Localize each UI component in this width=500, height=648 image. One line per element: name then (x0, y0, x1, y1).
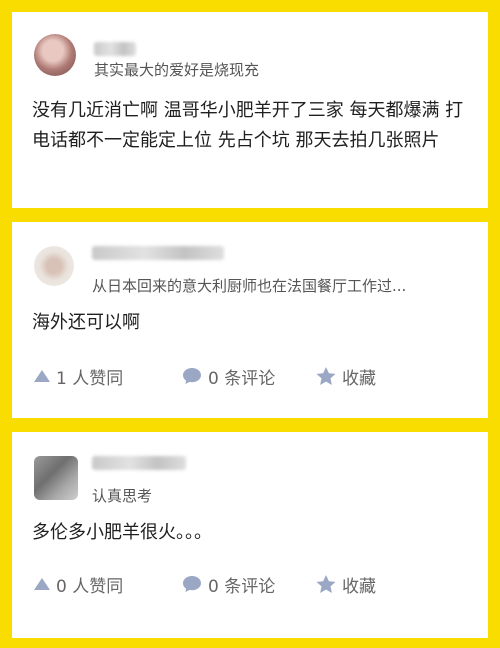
comment-button[interactable]: 0 条评论 (182, 364, 276, 389)
comment-card: 其实最大的爱好是烧现充 没有几近消亡啊 温哥华小肥羊开了三家 每天都爆满 打电话… (12, 12, 488, 208)
speech-bubble-icon (182, 575, 202, 593)
favorite-label: 收藏 (342, 576, 376, 597)
avatar[interactable] (34, 34, 76, 76)
comment-button[interactable]: 0 条评论 (182, 572, 276, 597)
star-icon (316, 574, 336, 594)
action-bar: 0 人赞同 0 条评论 收藏 (34, 572, 470, 597)
comment-count: 0 条评论 (208, 368, 276, 389)
like-button[interactable]: 1 人赞同 (34, 364, 124, 389)
comment-count: 0 条评论 (208, 576, 276, 597)
like-count: 1 人赞同 (56, 368, 124, 389)
favorite-label: 收藏 (342, 368, 376, 389)
user-bio: 认真思考 (92, 487, 153, 505)
speech-bubble-icon (182, 367, 202, 385)
favorite-button[interactable]: 收藏 (316, 364, 376, 389)
username-blurred[interactable] (94, 42, 136, 56)
user-bio: 其实最大的爱好是烧现充 (94, 61, 260, 79)
triangle-up-icon (34, 578, 50, 590)
user-bio: 从日本回来的意大利厨师也在法国餐厅工作过... (92, 277, 407, 295)
comment-text: 没有几近消亡啊 温哥华小肥羊开了三家 每天都爆满 打电话都不一定能定上位 先占个… (32, 100, 464, 151)
comment-text: 多伦多小肥羊很火。。。 (32, 522, 212, 543)
avatar[interactable] (34, 456, 78, 500)
star-icon (316, 366, 336, 386)
like-button[interactable]: 0 人赞同 (34, 572, 124, 597)
comment-card: 认真思考 多伦多小肥羊很火。。。 0 人赞同 0 条评论 收藏 (12, 432, 488, 638)
username-blurred[interactable] (92, 246, 224, 260)
comment-card: 从日本回来的意大利厨师也在法国餐厅工作过... 海外还可以啊 1 人赞同 0 条… (12, 222, 488, 418)
triangle-up-icon (34, 370, 50, 382)
favorite-button[interactable]: 收藏 (316, 572, 376, 597)
avatar[interactable] (34, 246, 74, 286)
like-count: 0 人赞同 (56, 576, 124, 597)
action-bar: 1 人赞同 0 条评论 收藏 (34, 364, 470, 389)
comment-text: 海外还可以啊 (32, 312, 140, 333)
username-blurred[interactable] (92, 456, 186, 470)
